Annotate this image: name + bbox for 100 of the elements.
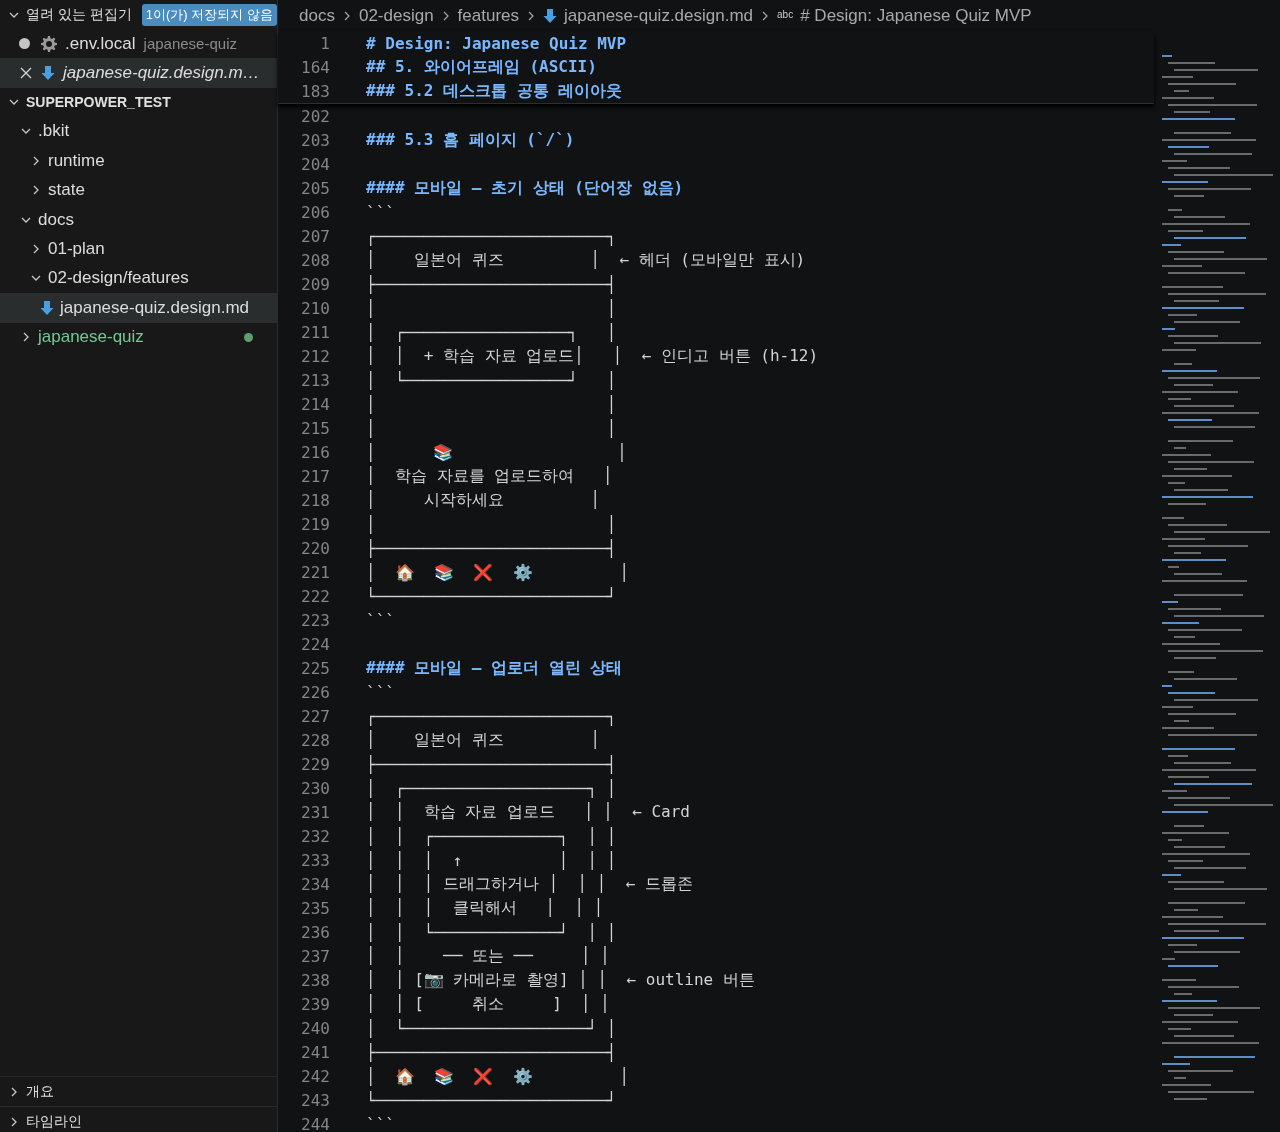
code-line: ┌────────────────────────┐	[366, 226, 617, 246]
code-line: │ 일본어 퀴즈 │	[366, 729, 601, 751]
tree-item[interactable]: japanese-quiz.design.md	[0, 293, 277, 323]
code-line: │ │ 학습 자료 업로드 │ │ ← Card	[366, 801, 690, 823]
line-number: 230	[300, 778, 330, 798]
line-number: 244	[300, 1114, 330, 1132]
line-number: 225	[300, 658, 330, 678]
code-line: ├────────────────────────┤	[366, 538, 617, 558]
tree-item[interactable]: runtime	[0, 146, 277, 176]
open-editor-item[interactable]: .env.local japanese-quiz	[0, 29, 277, 59]
line-number: 223	[300, 610, 330, 630]
code-line: #### 모바일 — 초기 상태 (단어장 없음)	[366, 177, 684, 199]
code-line: │ │ ┌─────────────┐ │ │	[366, 826, 617, 846]
line-number: 204	[300, 154, 330, 174]
unsaved-badge: 1이(가) 저장되지 않음	[141, 3, 277, 26]
code-line: #### 모바일 — 업로더 열린 상태	[366, 657, 623, 679]
tree-item[interactable]: docs	[0, 204, 277, 235]
code-line: │ 학습 자료를 업로드하여 │	[366, 465, 613, 487]
breadcrumb-item[interactable]: # Design: Japanese Quiz MVP	[800, 5, 1032, 26]
line-number: 212	[300, 346, 330, 366]
breadcrumb-item[interactable]: docs	[299, 5, 335, 26]
unsaved-dot-icon[interactable]	[19, 38, 30, 50]
code-line: ```	[366, 682, 395, 702]
code-line: │ │ │ 클릭해서 │ │ │	[366, 897, 604, 919]
code-line: │ ┌─────────────────┐ │	[366, 322, 617, 342]
file-name: .env.local	[65, 33, 136, 54]
line-number: 205	[300, 178, 330, 198]
line-number: 164	[300, 57, 330, 77]
line-number: 233	[300, 850, 330, 870]
breadcrumb-item[interactable]: japanese-quiz.design.md	[564, 5, 754, 26]
section-title[interactable]: 개요	[26, 1082, 54, 1101]
file-name: japanese-quiz.design.m…	[63, 63, 260, 84]
tree-item[interactable]: 01-plan	[0, 234, 277, 264]
line-number: 238	[300, 970, 330, 990]
breadcrumb-item[interactable]: features	[457, 5, 520, 26]
line-number: 227	[300, 706, 330, 726]
line-number: 1	[319, 33, 330, 53]
line-number: 217	[300, 466, 330, 486]
line-number: 239	[300, 994, 330, 1014]
line-number: 222	[300, 586, 330, 606]
line-number: 213	[300, 370, 330, 390]
section-title[interactable]: 타임라인	[26, 1112, 82, 1131]
code-line: │ └─────────────────┘ │	[366, 370, 617, 390]
gear-icon	[41, 35, 57, 52]
tree-item[interactable]: japanese-quiz	[0, 322, 277, 352]
code-line: ├────────────────────────┤	[366, 274, 617, 294]
line-number: 232	[300, 826, 330, 846]
string-symbol-icon: abc	[777, 9, 794, 20]
line-number: 218	[300, 490, 330, 510]
tree-label: runtime	[48, 150, 105, 171]
down-arrow-icon	[40, 299, 54, 316]
tree-label: 02-design/features	[48, 268, 189, 289]
code-line: ```	[366, 610, 395, 630]
code-line: │ └───────────────────┘ │	[366, 1018, 617, 1038]
tree-label: japanese-quiz	[38, 327, 144, 348]
line-number: 210	[300, 298, 330, 318]
tree-item[interactable]: state	[0, 175, 277, 205]
code-line: │ 🏠 📚 ❌ ⚙ │	[366, 1066, 630, 1086]
line-number: 203	[300, 130, 330, 150]
line-number: 241	[300, 1042, 330, 1062]
line-number: 215	[300, 418, 330, 438]
breadcrumb-item[interactable]: 02-design	[358, 5, 434, 26]
section-title[interactable]: 열려 있는 편집기	[26, 5, 132, 24]
code-line: └────────────────────────┘	[366, 586, 617, 606]
line-number: 243	[300, 1090, 330, 1110]
code-line: ├────────────────────────┤	[366, 754, 617, 774]
line-number: 237	[300, 946, 330, 966]
open-editor-item[interactable]: japanese-quiz.design.m…	[0, 58, 277, 88]
section-title[interactable]: SUPERPOWER_TEST	[26, 94, 171, 111]
code-line: ┌────────────────────────┐	[366, 706, 617, 726]
line-number: 221	[300, 562, 330, 582]
line-number: 209	[300, 274, 330, 294]
code-line: │ 📚 │	[366, 442, 627, 462]
code-line: │ │ [📷 카메라로 촬영] │ │ ← outline 버튼	[366, 969, 755, 991]
code-line: │ │ + 학습 자료 업로드│ │ ← 인디고 버튼 (h-12)	[366, 345, 819, 367]
line-number: 202	[300, 106, 330, 126]
code-line: # Design: Japanese Quiz MVP	[366, 33, 627, 53]
folder-description: japanese-quiz	[143, 35, 237, 53]
tree-label: 01-plan	[48, 239, 105, 260]
code-line: │ │	[366, 514, 617, 534]
line-number: 220	[300, 538, 330, 558]
line-number: 206	[300, 202, 330, 222]
code-line: │ │ [ 취소 ] │ │	[366, 993, 610, 1015]
line-number: 236	[300, 922, 330, 942]
code-line: │ │	[366, 418, 617, 438]
close-icon[interactable]	[19, 66, 33, 81]
tree-item[interactable]: .bkit	[0, 116, 277, 147]
line-number: 183	[300, 81, 330, 101]
down-arrow-icon	[543, 7, 558, 24]
line-number: 211	[300, 322, 330, 342]
line-number: 226	[300, 682, 330, 702]
line-number: 207	[300, 226, 330, 246]
code-line: ```	[366, 202, 395, 222]
tree-item[interactable]: 02-design/features	[0, 263, 277, 294]
code-line: │ │ └─────────────┘ │ │	[366, 922, 617, 942]
code-line: │ │ │ 드래그하거나 │ │ │ ← 드롭존	[366, 873, 694, 895]
line-number: 235	[300, 898, 330, 918]
line-number: 231	[300, 802, 330, 822]
line-number: 229	[300, 754, 330, 774]
line-number: 242	[300, 1066, 330, 1086]
